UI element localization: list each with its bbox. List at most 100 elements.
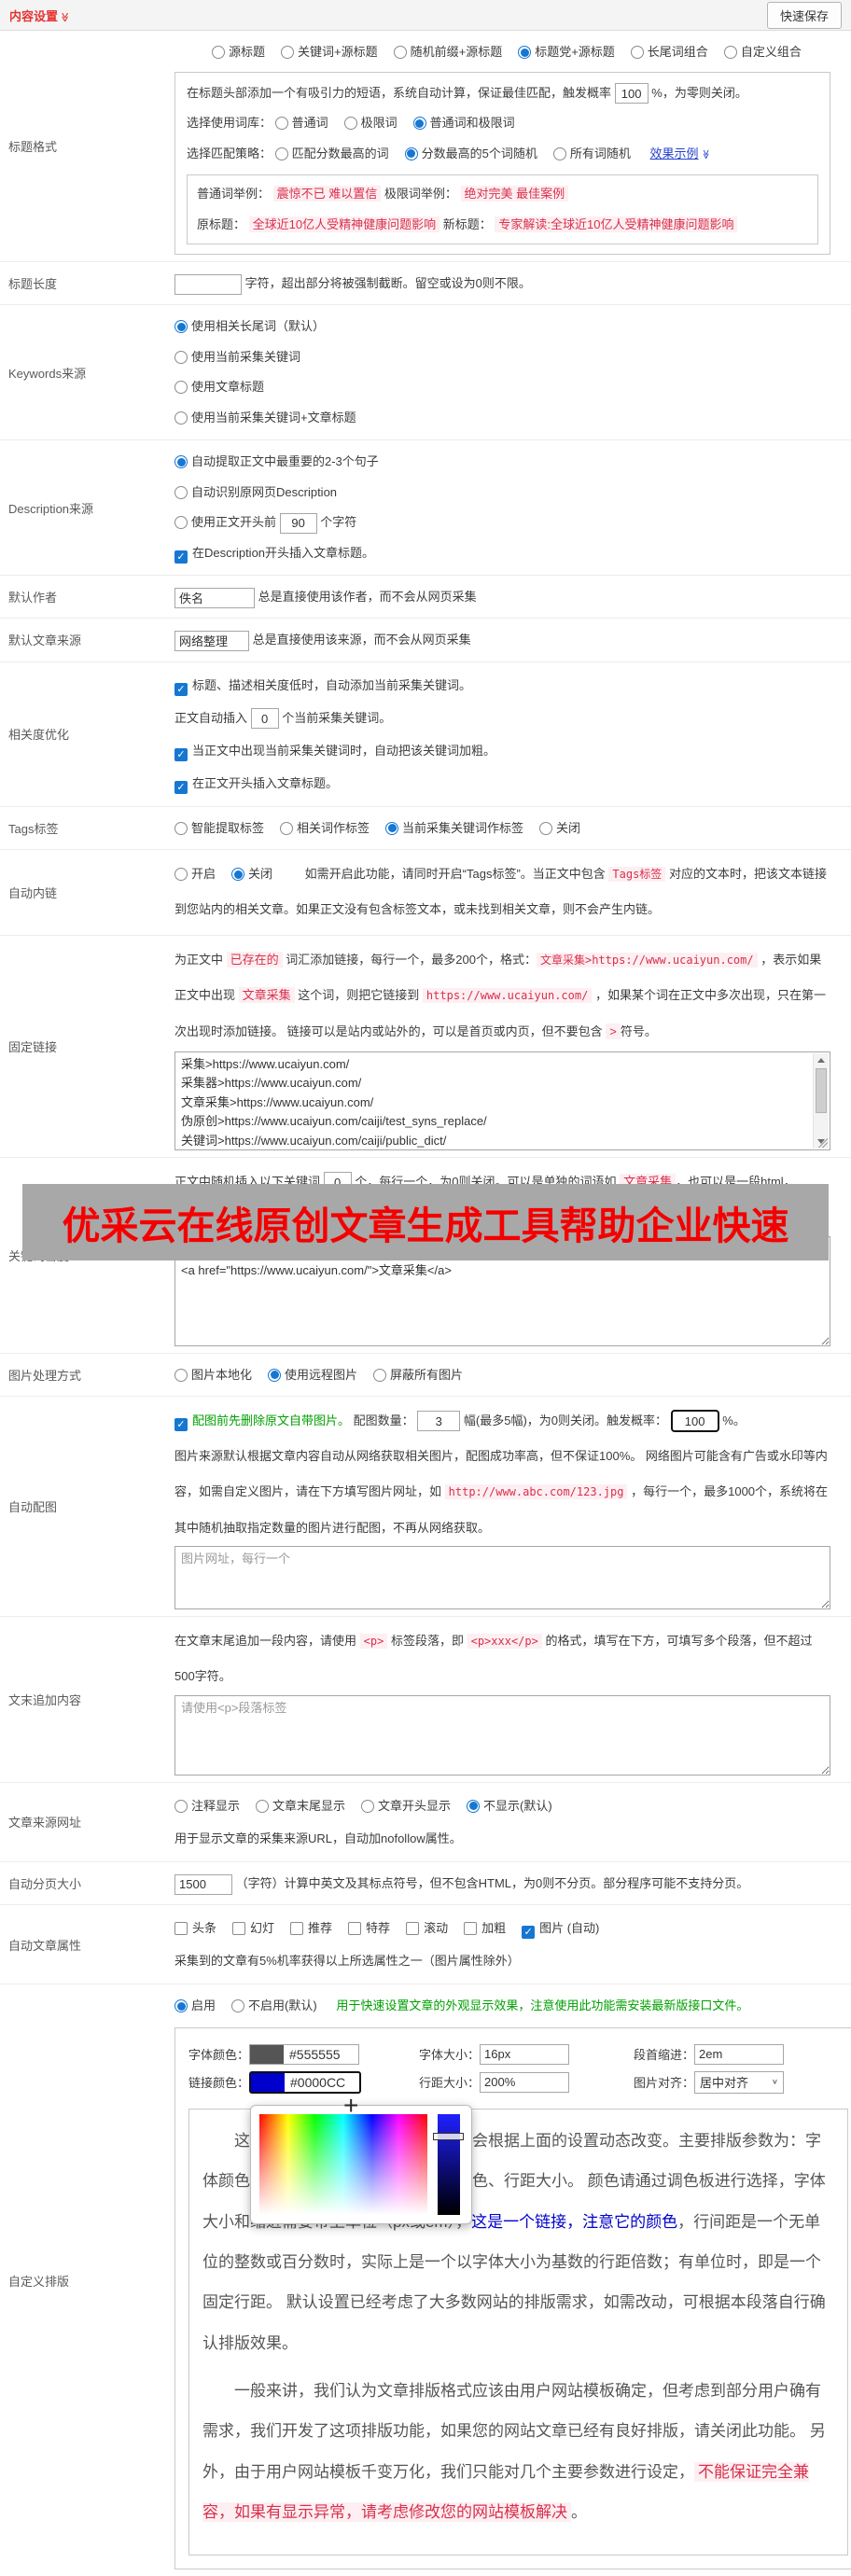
relevance-line-3[interactable]: 当正文中出现当前采集关键词时，自动把该关键词加粗。 xyxy=(174,734,830,767)
radio-control[interactable] xyxy=(361,1799,375,1813)
line-height-input[interactable] xyxy=(480,2071,570,2093)
checkbox-control[interactable] xyxy=(174,780,188,794)
desc-option-1[interactable]: 自动提取正文中最重要的2-3个句子 xyxy=(174,447,830,478)
radio-option[interactable]: 相关词作标签 xyxy=(280,821,370,835)
radio-option[interactable]: 标题党+源标题 xyxy=(518,45,615,59)
radio-option[interactable]: 当前采集关键词作标签 xyxy=(385,821,523,835)
radio-option[interactable]: 随机前缀+源标题 xyxy=(393,45,502,59)
radio-control[interactable] xyxy=(174,1799,188,1813)
color-saturation-area[interactable] xyxy=(259,2113,427,2215)
radio-control[interactable] xyxy=(343,117,357,130)
radio-control[interactable] xyxy=(412,117,426,130)
radio-control[interactable] xyxy=(518,46,532,59)
radio-option[interactable]: 匹配分数最高的词 xyxy=(274,146,389,160)
checkbox-option[interactable]: 特荐 xyxy=(348,1921,390,1936)
link-color-value[interactable]: #0000CC xyxy=(285,2075,359,2090)
font-color-control[interactable]: #555555 xyxy=(249,2043,360,2065)
radio-control[interactable] xyxy=(630,46,644,59)
radio-option[interactable]: 普通词和极限词 xyxy=(412,116,515,130)
radio-control[interactable] xyxy=(174,1368,188,1382)
checkbox-control[interactable] xyxy=(174,747,188,761)
radio-control[interactable] xyxy=(231,868,245,882)
radio-control[interactable] xyxy=(385,821,399,835)
radio-control[interactable] xyxy=(174,868,188,882)
checkbox-option[interactable]: 头条 xyxy=(174,1921,216,1936)
radio-control[interactable] xyxy=(174,411,188,425)
desc-option-3[interactable]: 使用正文开头前 个字符 xyxy=(174,508,830,538)
radio-control[interactable] xyxy=(174,485,188,499)
radio-option[interactable]: 所有词随机 xyxy=(552,146,631,160)
radio-option[interactable]: 使用远程图片 xyxy=(268,1368,357,1382)
radio-option[interactable]: 图片本地化 xyxy=(174,1368,252,1382)
relevance-line-4[interactable]: 在正文开头插入文章标题。 xyxy=(174,767,830,800)
radio-control[interactable] xyxy=(539,821,553,835)
radio-option[interactable]: 注释显示 xyxy=(174,1799,240,1813)
radio-control[interactable] xyxy=(256,1799,270,1813)
checkbox-control[interactable] xyxy=(290,1922,304,1936)
image-count-input[interactable] xyxy=(417,1411,461,1432)
checkbox-control[interactable] xyxy=(174,1922,188,1936)
radio-control[interactable] xyxy=(393,46,407,59)
checkbox-control[interactable] xyxy=(348,1922,362,1936)
crosshair-icon[interactable]: + xyxy=(343,2091,358,2121)
checkbox-control[interactable] xyxy=(174,682,188,696)
checkbox-option[interactable]: 推荐 xyxy=(290,1921,332,1936)
radio-option[interactable]: 关闭 xyxy=(231,867,272,882)
radio-option[interactable]: 屏蔽所有图片 xyxy=(373,1368,463,1382)
radio-option[interactable]: 不显示(默认) xyxy=(467,1799,552,1813)
checkbox-option[interactable]: 滚动 xyxy=(406,1921,448,1936)
img-align-select[interactable]: 居中对齐 ∨ xyxy=(694,2070,785,2094)
indent-input[interactable] xyxy=(694,2043,785,2065)
checkbox-control[interactable] xyxy=(522,1926,536,1940)
radio-control[interactable] xyxy=(174,516,188,530)
link-color-swatch[interactable] xyxy=(251,2072,286,2092)
radio-option[interactable]: 不启用(默认) xyxy=(231,1998,317,2013)
checkbox-control[interactable] xyxy=(406,1922,420,1936)
radio-option[interactable]: 自定义组合 xyxy=(723,45,802,59)
radio-control[interactable] xyxy=(723,46,737,59)
radio-option[interactable]: 启用 xyxy=(174,1998,216,2013)
radio-control[interactable] xyxy=(467,1799,481,1813)
radio-control[interactable] xyxy=(274,117,288,130)
checkbox-option[interactable]: 图片 (自动) xyxy=(522,1921,599,1940)
radio-control[interactable] xyxy=(268,1368,282,1382)
radio-control[interactable] xyxy=(373,1368,387,1382)
radio-option[interactable]: 文章末尾显示 xyxy=(256,1799,345,1813)
radio-option[interactable]: 长尾词组合 xyxy=(630,45,708,59)
radio-option[interactable]: 开启 xyxy=(174,867,216,882)
default-source-input[interactable] xyxy=(174,630,249,651)
resize-grip-icon[interactable] xyxy=(818,1137,828,1148)
fixed-link-textarea[interactable]: 采集>https://www.ucaiyun.com/ 采集器>https://… xyxy=(174,1051,830,1150)
radio-option[interactable]: 分数最高的5个词随机 xyxy=(404,146,537,160)
radio-option[interactable]: 源标题 xyxy=(212,45,265,59)
radio-control[interactable] xyxy=(231,1999,245,2013)
quick-save-button[interactable]: 快速保存 xyxy=(766,1,842,29)
insert-count-input[interactable] xyxy=(250,708,279,730)
relevance-line-1[interactable]: 标题、描述相关度低时，自动添加当前采集关键词。 xyxy=(174,669,830,702)
checkbox-option[interactable]: 加粗 xyxy=(464,1921,506,1936)
radio-option[interactable]: 智能提取标签 xyxy=(174,821,264,835)
radio-control[interactable] xyxy=(174,350,188,364)
radio-option[interactable]: 关键词+源标题 xyxy=(281,45,378,59)
paging-size-input[interactable] xyxy=(174,1873,232,1895)
desc-option-2[interactable]: 自动识别原网页Description xyxy=(174,478,830,508)
radio-control[interactable] xyxy=(404,146,418,160)
radio-control[interactable] xyxy=(174,320,188,334)
checkbox-control[interactable] xyxy=(174,1417,188,1431)
image-prob-input[interactable] xyxy=(670,1410,719,1433)
default-author-input[interactable] xyxy=(174,587,255,608)
color-bar-handle[interactable] xyxy=(433,2132,464,2140)
page-title[interactable]: 内容设置 ≫ xyxy=(9,7,70,24)
effect-example-link[interactable]: 效果示例 ≫ xyxy=(650,146,711,160)
radio-control[interactable] xyxy=(174,1999,188,2013)
radio-option[interactable]: 使用当前采集关键词+文章标题 xyxy=(174,403,830,434)
radio-option[interactable]: 极限词 xyxy=(343,116,398,130)
radio-control[interactable] xyxy=(174,821,188,835)
checkbox-control[interactable] xyxy=(464,1922,478,1936)
radio-control[interactable] xyxy=(274,146,288,160)
append-textarea[interactable] xyxy=(174,1694,830,1775)
radio-control[interactable] xyxy=(212,46,225,59)
checkbox-control[interactable] xyxy=(232,1922,246,1936)
radio-option[interactable]: 关闭 xyxy=(539,821,580,835)
scrollbar-thumb[interactable] xyxy=(816,1067,827,1113)
